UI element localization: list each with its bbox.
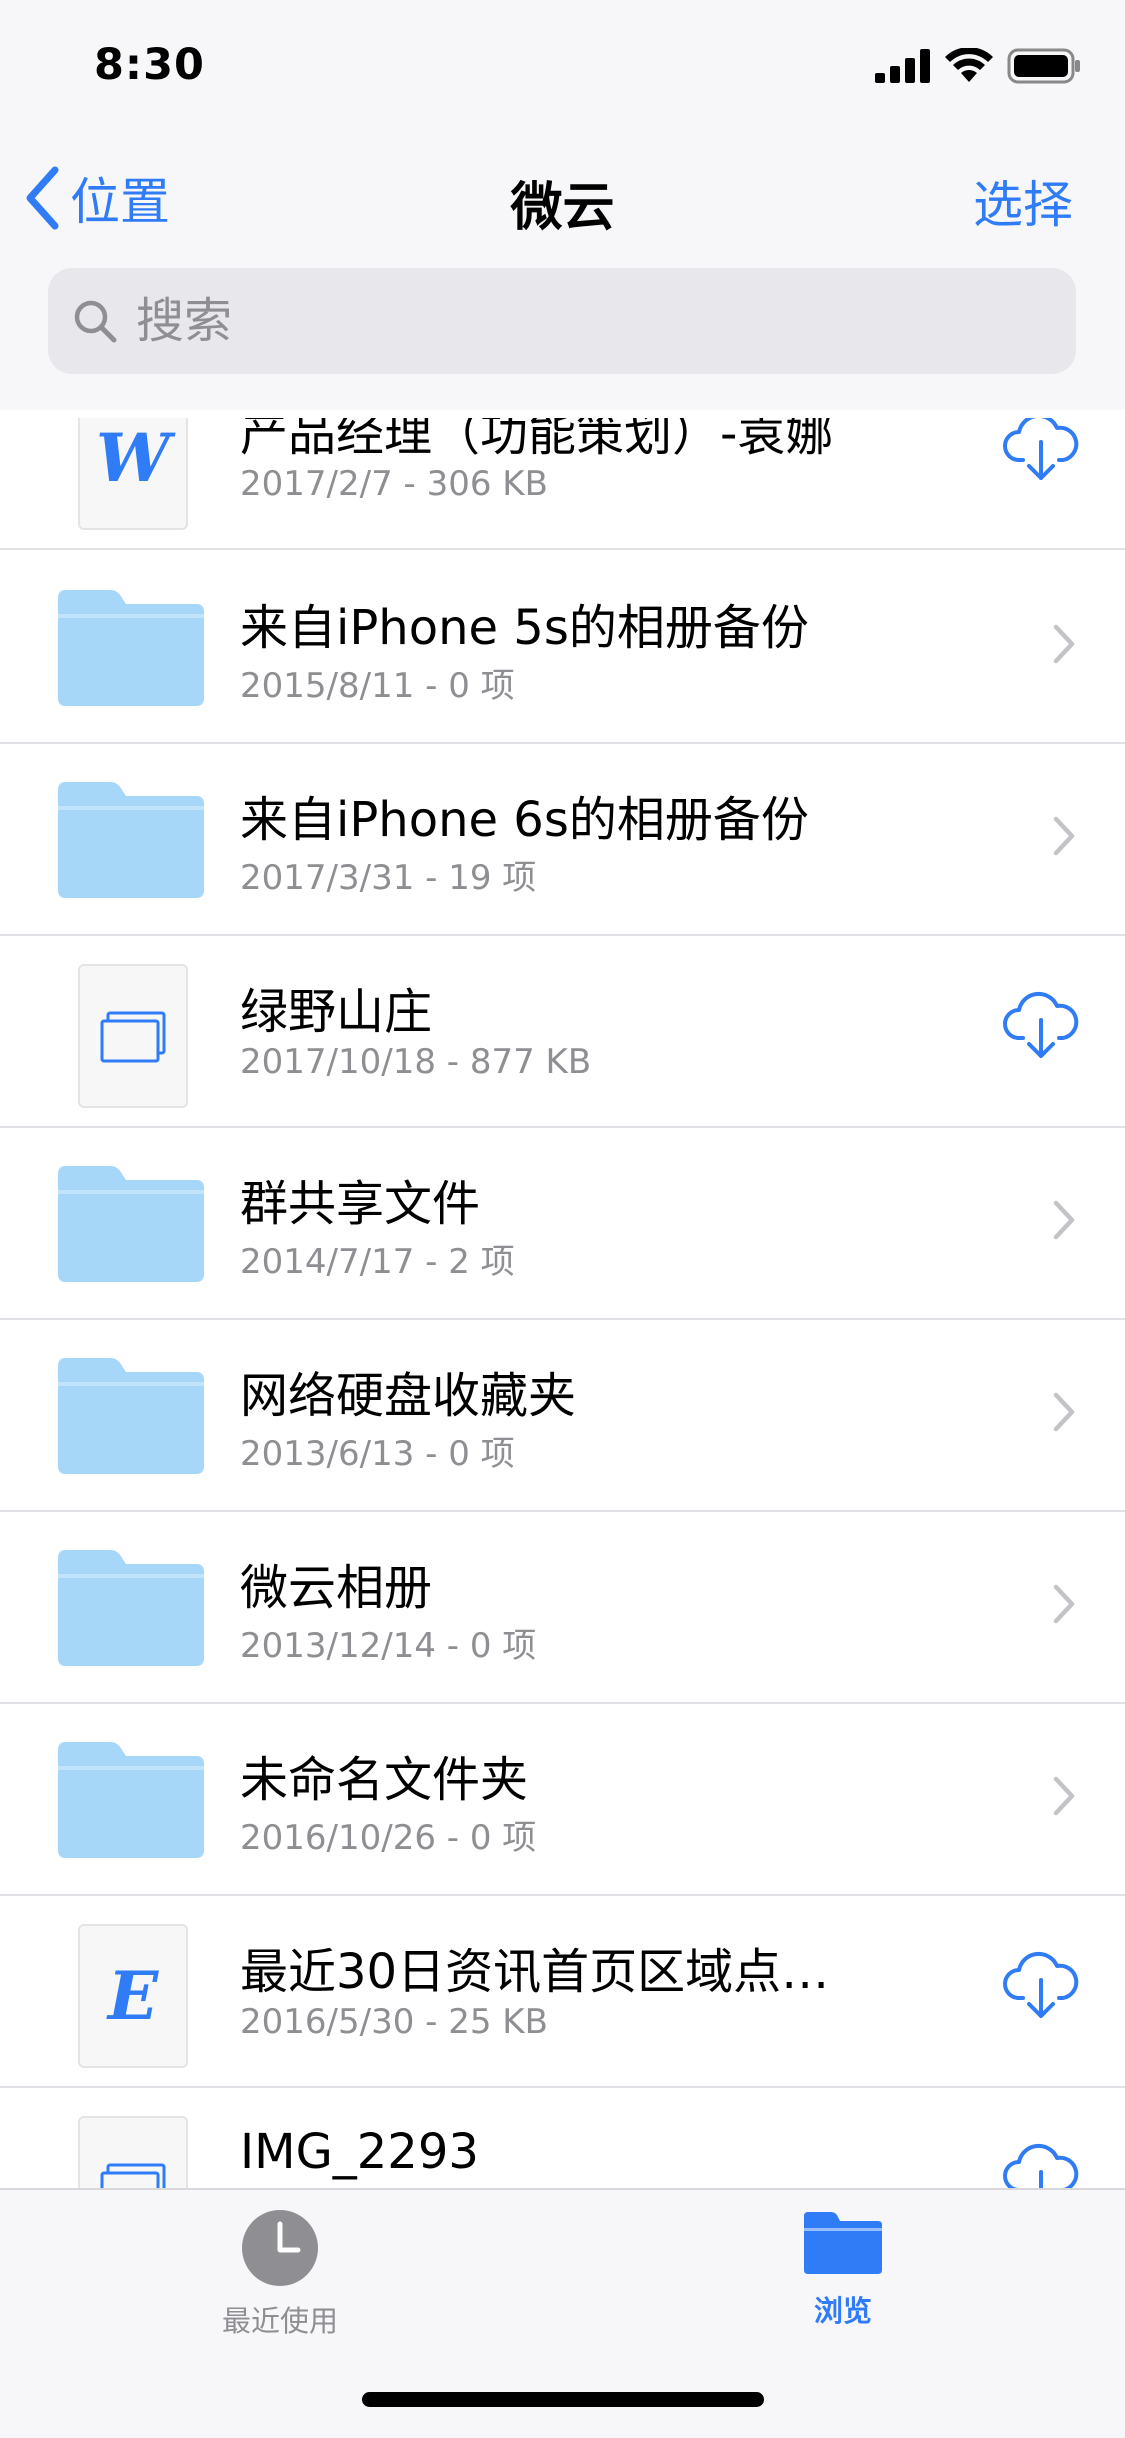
search-bar[interactable] <box>48 268 1076 374</box>
tab-recents-label: 最近使用 <box>221 2304 338 2338</box>
chevron-right-icon <box>1053 1776 1075 1816</box>
item-title: 微云相册 <box>240 1560 433 1616</box>
word-doc-icon: W <box>95 419 171 497</box>
list-item[interactable]: 群共享文件 2014/7/17 - 2 项 <box>0 1126 1125 1320</box>
status-bar: 8:30 <box>0 0 1125 140</box>
presentation-icon <box>100 1011 166 1063</box>
document-thumbnail <box>78 964 188 1108</box>
item-title: 网络硬盘收藏夹 <box>240 1368 577 1424</box>
folder-icon <box>58 1742 204 1858</box>
item-subtitle: 2015/8/11 - 0 项 <box>240 666 515 706</box>
file-list: W 产品经理（功能策划）-袁娜 2017/2/7 - 306 KB 来自iPho… <box>0 418 1125 2188</box>
list-item[interactable]: 微云相册 2013/12/14 - 0 项 <box>0 1510 1125 1704</box>
cellular-signal-icon <box>875 49 930 83</box>
home-indicator <box>362 2392 764 2407</box>
item-subtitle: 2013/6/13 - 0 项 <box>240 1434 515 1474</box>
item-subtitle: 2017/2/7 - 306 KB <box>240 464 548 504</box>
chevron-right-icon <box>1053 1584 1075 1624</box>
chevron-right-icon <box>1053 624 1075 664</box>
folder-icon <box>58 1358 204 1474</box>
tab-browse[interactable]: 浏览 <box>713 2208 973 2330</box>
select-button[interactable]: 选择 <box>973 165 1073 237</box>
search-icon <box>74 300 117 343</box>
item-subtitle: 2016/10/26 - 0 项 <box>240 1818 537 1858</box>
document-thumbnail <box>78 2116 188 2188</box>
document-thumbnail: W <box>78 418 188 530</box>
list-item[interactable]: E 最近30日资讯首页区域点… 2016/5/30 - 25 KB <box>0 1894 1125 2088</box>
list-item[interactable]: IMG_2293 <box>0 2086 1125 2188</box>
chevron-right-icon <box>1053 1392 1075 1432</box>
item-title: 群共享文件 <box>240 1176 481 1232</box>
folder-icon <box>58 1550 204 1666</box>
item-title: 产品经理（功能策划）-袁娜 <box>240 418 834 462</box>
cloud-download-icon[interactable] <box>1001 1950 1081 2022</box>
item-subtitle: 2017/10/18 - 877 KB <box>240 1042 592 1082</box>
folder-icon <box>58 782 204 898</box>
item-title: IMG_2293 <box>240 2124 479 2180</box>
status-icons <box>875 48 1081 84</box>
chevron-right-icon <box>1053 1200 1075 1240</box>
tab-recents[interactable]: 最近使用 <box>150 2208 410 2340</box>
wifi-icon <box>945 48 993 82</box>
presentation-icon <box>100 2163 166 2188</box>
folder-filled-icon <box>804 2212 882 2274</box>
item-title: 绿野山庄 <box>240 984 433 1040</box>
cloud-download-icon[interactable] <box>1001 418 1081 484</box>
list-item[interactable]: W 产品经理（功能策划）-袁娜 2017/2/7 - 306 KB <box>0 418 1125 550</box>
list-item[interactable]: 绿野山庄 2017/10/18 - 877 KB <box>0 934 1125 1128</box>
chevron-right-icon <box>1053 816 1075 856</box>
item-subtitle: 2017/3/31 - 19 项 <box>240 858 537 898</box>
page-title: 微云 <box>510 178 615 238</box>
search-input[interactable] <box>134 292 1038 350</box>
list-item[interactable]: 未命名文件夹 2016/10/26 - 0 项 <box>0 1702 1125 1896</box>
document-thumbnail: E <box>78 1924 188 2068</box>
item-title: 来自iPhone 6s的相册备份 <box>240 792 809 848</box>
status-time: 8:30 <box>94 40 205 90</box>
folder-icon <box>58 1166 204 1282</box>
cloud-download-icon[interactable] <box>1001 990 1081 1062</box>
item-subtitle: 2014/7/17 - 2 项 <box>240 1242 515 1282</box>
list-item[interactable]: 来自iPhone 5s的相册备份 2015/8/11 - 0 项 <box>0 550 1125 744</box>
excel-doc-icon: E <box>107 1957 159 2035</box>
item-title: 来自iPhone 5s的相册备份 <box>240 600 809 656</box>
list-item[interactable]: 来自iPhone 6s的相册备份 2017/3/31 - 19 项 <box>0 742 1125 936</box>
clock-icon <box>242 2210 318 2286</box>
navigation-bar: 位置 微云 选择 <box>0 140 1125 410</box>
tab-browse-label: 浏览 <box>813 2294 872 2328</box>
item-title: 未命名文件夹 <box>240 1752 529 1808</box>
list-item[interactable]: 网络硬盘收藏夹 2013/6/13 - 0 项 <box>0 1318 1125 1512</box>
folder-icon <box>58 590 204 706</box>
battery-icon <box>1007 48 1080 84</box>
item-subtitle: 2013/12/14 - 0 项 <box>240 1626 537 1666</box>
item-subtitle: 2016/5/30 - 25 KB <box>240 2002 548 2042</box>
cloud-download-icon[interactable] <box>1001 2142 1081 2188</box>
item-title: 最近30日资讯首页区域点… <box>240 1944 830 2000</box>
